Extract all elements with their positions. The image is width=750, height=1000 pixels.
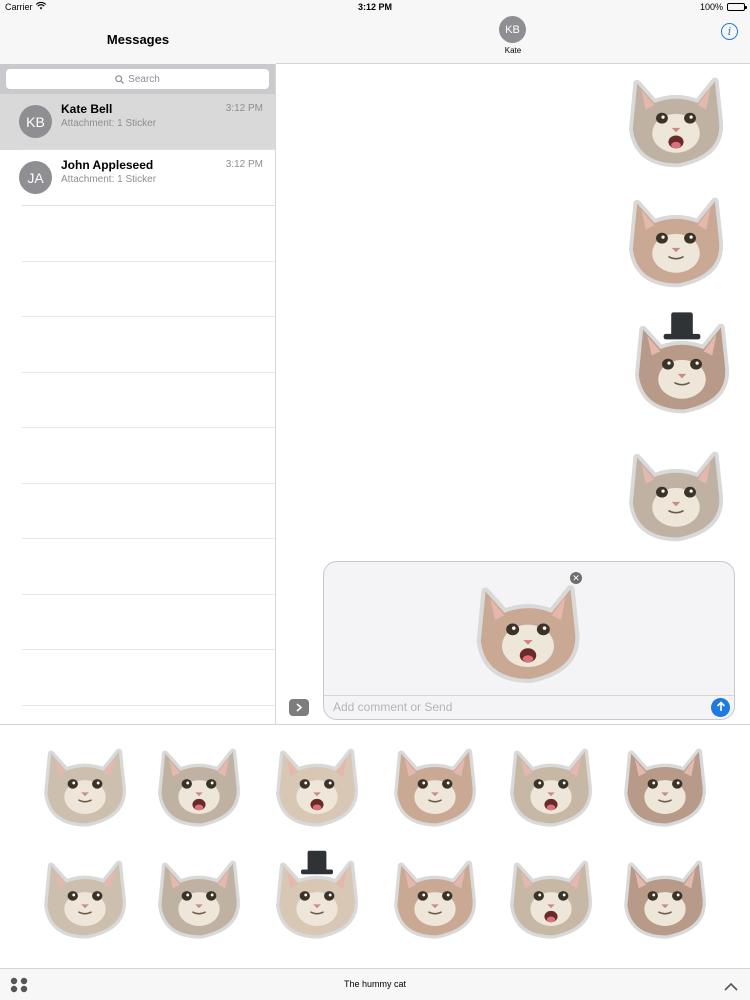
status-right: 100% xyxy=(699,2,747,12)
cat-sticker-sad[interactable] xyxy=(618,733,712,836)
avatar: JA xyxy=(19,161,52,194)
chat-header: KB Kate i xyxy=(276,14,750,64)
cat-sticker-pouting[interactable] xyxy=(388,733,482,836)
send-button[interactable] xyxy=(711,698,730,717)
search-input[interactable]: Search xyxy=(6,69,269,89)
cat-sticker-lounging[interactable] xyxy=(38,845,132,948)
cat-sticker-surprised[interactable] xyxy=(622,182,730,295)
sticker-pack-title: The hummy cat xyxy=(343,979,407,989)
wifi-icon xyxy=(35,1,46,12)
message-time: 3:12 PM xyxy=(225,159,263,170)
cat-sticker-screaming[interactable] xyxy=(504,733,598,836)
cat-sticker-dazed[interactable] xyxy=(388,845,482,948)
status-bar: Carrier 3:12 PM 100% xyxy=(0,0,750,14)
search-icon xyxy=(115,74,125,84)
cat-sticker-tongue-out[interactable] xyxy=(152,733,246,836)
sidebar-header: Messages xyxy=(0,14,276,64)
search-placeholder: Search xyxy=(128,73,160,85)
empty-row xyxy=(22,428,275,484)
empty-row xyxy=(22,317,275,373)
status-left: Carrier xyxy=(5,1,46,12)
empty-row xyxy=(22,206,275,262)
compose-field[interactable]: ✕ Add comment or Send xyxy=(323,561,735,720)
arrow-up-icon xyxy=(716,699,726,717)
carrier-label: Carrier xyxy=(5,2,33,12)
clock: 3:12 PM xyxy=(357,2,392,12)
search-bar: Search xyxy=(0,64,275,94)
cat-sticker-winking[interactable] xyxy=(622,436,730,549)
sidebar-title: Messages xyxy=(106,31,170,47)
cat-sticker-screaming[interactable] xyxy=(622,62,730,175)
empty-row xyxy=(22,262,275,317)
contact-avatar[interactable]: KB xyxy=(499,16,526,43)
empty-row xyxy=(22,373,275,428)
conversation-row[interactable]: KB Kate Bell Attachment: 1 Sticker 3:12 … xyxy=(0,94,275,150)
empty-list-area xyxy=(22,206,275,706)
cat-sticker-grinning[interactable] xyxy=(270,733,364,836)
expand-apps-button[interactable] xyxy=(289,699,309,716)
message-preview: Attachment: 1 Sticker xyxy=(61,174,157,185)
cat-sticker-tongue-out xyxy=(469,568,587,691)
cat-sticker-blank-stare[interactable] xyxy=(618,845,712,948)
contact-name: John Appleseed xyxy=(61,158,154,172)
message-preview: Attachment: 1 Sticker xyxy=(61,118,157,129)
cat-sticker-smiling[interactable] xyxy=(152,845,246,948)
empty-row xyxy=(22,595,275,650)
empty-row xyxy=(22,650,275,706)
conversation-sidebar: Messages Search KB Kate Bell Attachment:… xyxy=(0,0,276,724)
message-input[interactable]: Add comment or Send xyxy=(333,700,452,714)
divider xyxy=(324,695,734,696)
chevron-up-icon[interactable] xyxy=(724,978,738,996)
cat-sticker-top-hat[interactable] xyxy=(628,308,736,421)
cat-sticker-laughing[interactable] xyxy=(504,845,598,948)
cat-sticker-surprised[interactable] xyxy=(38,733,132,836)
empty-row xyxy=(22,539,275,595)
chevron-right-icon xyxy=(295,699,303,717)
conversation-row[interactable]: JA John Appleseed Attachment: 1 Sticker … xyxy=(0,150,275,206)
conversation-list: KB Kate Bell Attachment: 1 Sticker 3:12 … xyxy=(0,94,275,206)
empty-row xyxy=(22,484,275,539)
cat-sticker-top-hat[interactable] xyxy=(270,845,364,948)
avatar: KB xyxy=(19,105,52,138)
battery-icon xyxy=(727,3,747,11)
app-drawer-bar: The hummy cat xyxy=(0,968,750,1000)
battery-percent: 100% xyxy=(699,2,723,12)
contact-name: Kate Bell xyxy=(61,102,113,116)
info-icon[interactable]: i xyxy=(721,23,738,40)
sticker-drawer xyxy=(0,724,750,968)
contact-name[interactable]: Kate xyxy=(276,46,750,55)
close-icon[interactable]: ✕ xyxy=(570,572,582,584)
message-time: 3:12 PM xyxy=(225,103,263,114)
